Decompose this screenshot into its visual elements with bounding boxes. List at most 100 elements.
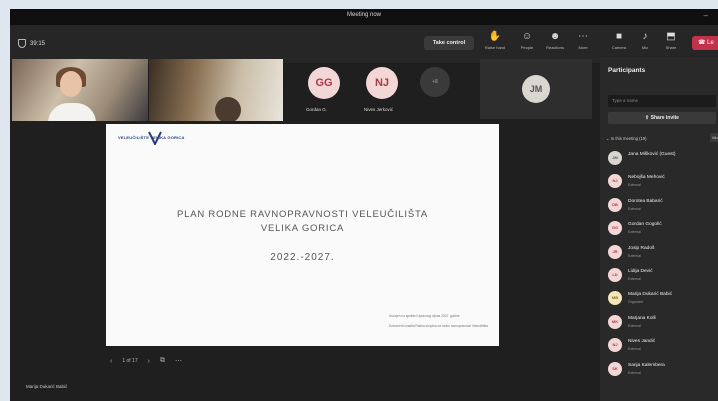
participant-row[interactable]: NJ Nives Jandić External [606,335,718,358]
reactions-button[interactable]: ☻ Reactions [542,31,568,50]
participant-name: Josip Radoš [628,245,655,251]
title-bar: Meeting now – [10,9,718,25]
people-label: People [520,45,534,50]
video-tile-1[interactable] [12,59,148,121]
camera-icon: ■ [615,31,623,42]
avatar-nj[interactable]: NJ [366,67,398,99]
people-icon: ☺ [521,31,533,42]
participant-avatar: JM [608,151,622,165]
participant-row[interactable]: MK Marjana Kolli External [606,312,718,335]
slide-more-icon[interactable]: ⋯ [175,357,182,365]
mic-label: Mic [641,45,649,50]
previous-slide-icon[interactable]: ‹ [110,358,112,365]
participant-role: External [628,230,641,235]
slide-note-1: Usvojen na sjednici Upravnog vijeća 2022… [389,314,460,318]
avatar-jm: JM [522,75,550,103]
tile-name-nj: Nives Jerković [364,107,394,112]
participant-role: External [628,347,641,352]
participant-row[interactable]: NJ Nebojša Mehović External [606,171,718,194]
in-meeting-section-header[interactable]: ⌄ In this meeting (19) [606,136,647,141]
participant-name: Nives Jandić [628,339,656,345]
participant-name: Marjana Kolli [628,315,656,321]
participant-avatar: LD [608,267,622,282]
avatar-gg[interactable]: GG [308,67,340,99]
people-button[interactable]: ☺ People [514,31,540,50]
minimize-icon[interactable]: – [704,11,708,20]
participant-search-input[interactable]: Type a name [608,95,716,107]
timer-value: 39:15 [30,40,46,47]
meeting-timer: 39:15 [18,39,45,48]
share-invite-button[interactable]: ⇧ Share invite [608,112,716,124]
participant-role: External [628,183,641,188]
participant-row[interactable]: SK Sanja Kalembera External [606,359,718,382]
participant-avatar: NJ [608,338,622,353]
raise-hand-button[interactable]: ✋ Raise hand [482,31,508,50]
slide-title-line2: VELIKA GORICA [260,223,345,234]
share-icon: ⬒ [666,31,676,42]
slide-counter: 1 of 17 [122,358,138,364]
slide-note-2: Dokument izradila Radna skupina za rodnu… [389,324,488,328]
mic-button[interactable]: ♪ Mic [632,31,658,50]
participants-panel: Participants Type a name ⇧ Share invite … [600,57,718,401]
next-slide-icon[interactable]: › [148,358,150,365]
camera-button[interactable]: ■ Camera [606,31,632,50]
more-label: More [578,45,588,50]
participant-avatar: JR [608,244,622,259]
participant-face [60,71,82,97]
participant-avatar: DB [608,197,622,212]
shield-icon [18,39,26,48]
participant-name: Jana Mišković (Guest) [628,152,676,157]
participant-name: Gordan Gogolić [628,222,662,228]
slide-sync-icon[interactable]: ⧉ [160,357,165,365]
participant-row[interactable]: MB Marija Dukarić Babić Organizer [606,288,718,311]
teams-meeting-window: Meeting now – 39:15 Take control ✋ Raise… [10,9,718,401]
leave-button[interactable]: ☎ Le [692,36,718,50]
reactions-icon: ☻ [549,31,561,42]
slide-title: PLAN RODNE RAVNOPRAVNOSTI VELEUČILIŠTA V… [106,208,499,236]
participant-name: Lidija Dević [628,268,653,274]
participant-name: Dorotea Babarić [628,198,663,204]
more-button[interactable]: ⋯ More [570,31,596,50]
mute-all-button[interactable]: Mu [710,133,718,142]
leave-label: Le [707,40,714,46]
mic-icon: ♪ [642,31,648,42]
participant-name: Marija Dukarić Babić [628,292,672,298]
share-button[interactable]: ⬒ Share [658,31,684,50]
in-meeting-count: In this meeting (19) [610,136,647,141]
participant-row[interactable]: JR Josip Radoš External [606,242,718,265]
video-tile-2[interactable] [149,59,283,121]
reactions-label: Reactions [546,45,564,50]
participant-name: Sanja Kalembera [628,362,665,368]
participant-row[interactable]: JM Jana Mišković (Guest) [606,148,718,171]
slide-navigation: ‹ 1 of 17 › ⧉ ⋯ [110,354,182,368]
phone-icon: ☎ [698,40,706,46]
logo-mark-icon [148,131,162,145]
participant-row[interactable]: GG Gordan Gogolić External [606,218,718,241]
participant-role: External [628,370,641,375]
participant-role: External [628,253,641,258]
hand-raise-icon: ✋ [488,31,502,42]
participant-role: Organizer [628,300,644,305]
overflow-avatar[interactable]: +8 [420,67,450,97]
tile-name-gg: Gordan G. [306,107,328,112]
institution-logo: VELEUČILIŠTE VELIKA GORICA [118,131,202,150]
participant-avatar: SK [608,361,622,376]
participant-role: External [628,206,641,211]
share-label: Share [665,45,677,50]
participant-role: External [628,323,641,328]
take-control-button[interactable]: Take control [424,36,474,50]
share-invite-label: Share invite [650,115,679,121]
participant-role: External [628,276,641,281]
raise-hand-label: Raise hand [484,45,506,50]
video-tile-jm[interactable]: JM [480,59,592,119]
participant-avatar: MB [608,291,622,306]
slide-years: 2022.-2027. [270,252,335,263]
panel-title: Participants [608,67,646,74]
participant-tiles: GG Gordan G. NJ Nives Jerković +8 JM [10,57,600,127]
participant-row[interactable]: LD Lidija Dević External [606,265,718,288]
window-title: Meeting now [346,12,382,18]
participant-avatar: NJ [608,174,622,189]
participant-avatar: GG [608,221,622,236]
camera-label: Camera [611,45,627,50]
participant-row[interactable]: DB Dorotea Babarić External [606,195,718,218]
